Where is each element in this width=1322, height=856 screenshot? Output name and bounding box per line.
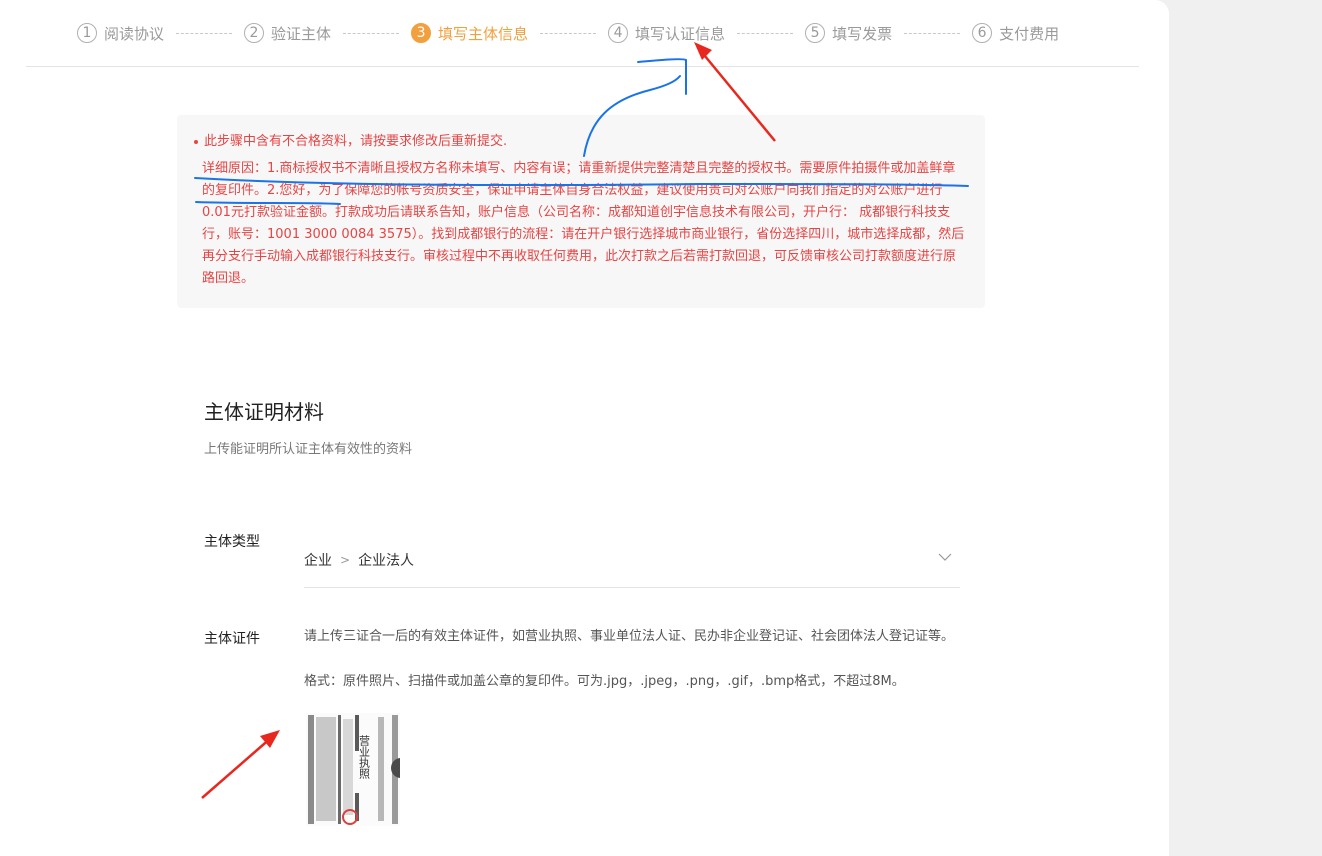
certificate-format: 格式：原件照片、扫描件或加盖公章的复印件。可为.jpg，.jpeg，.png，.… bbox=[304, 674, 905, 689]
error-notice: 此步骤中含有不合格资料，请按要求修改后重新提交. 详细原因：1.商标授权书不清晰… bbox=[177, 115, 985, 308]
error-detail: 详细原因：1.商标授权书不清晰且授权方名称未填写、内容有误；请重新提供完整清楚且… bbox=[202, 161, 965, 286]
step-label: 填写认证信息 bbox=[635, 24, 726, 43]
step-separator bbox=[343, 32, 400, 34]
error-headline: 此步骤中含有不合格资料，请按要求修改后重新提交. bbox=[204, 134, 508, 149]
chevron-right-icon: > bbox=[340, 552, 351, 567]
license-text: 营业执照 bbox=[358, 734, 371, 780]
step-number: 5 bbox=[805, 23, 826, 43]
section-description: 上传能证明所认证主体有效性的资料 bbox=[204, 442, 413, 457]
step-number: 3 bbox=[411, 23, 432, 43]
steps-divider bbox=[26, 66, 1139, 67]
step-separator bbox=[540, 32, 597, 34]
step-label: 验证主体 bbox=[271, 24, 332, 43]
subject-type-level1: 企业 bbox=[304, 552, 332, 569]
step-number: 6 bbox=[972, 23, 993, 43]
step-label: 填写主体信息 bbox=[438, 24, 529, 43]
step-separator bbox=[176, 32, 233, 34]
chevron-down-icon bbox=[938, 553, 952, 561]
progress-steps: 1 阅读协议 2 验证主体 3 填写主体信息 4 填写认证信息 5 填写发票 6… bbox=[77, 21, 1059, 45]
subject-type-level2: 企业法人 bbox=[358, 552, 415, 569]
subject-type-select[interactable]: 企业 > 企业法人 bbox=[304, 532, 960, 588]
step-1: 1 阅读协议 bbox=[77, 23, 164, 44]
error-dot-icon bbox=[194, 140, 198, 144]
main-panel: 1 阅读协议 2 验证主体 3 填写主体信息 4 填写认证信息 5 填写发票 6… bbox=[0, 0, 1169, 856]
step-label: 支付费用 bbox=[999, 24, 1060, 43]
step-2: 2 验证主体 bbox=[244, 23, 331, 44]
subject-type-label: 主体类型 bbox=[204, 534, 260, 550]
certificate-thumbnail[interactable]: 营业执照 bbox=[306, 713, 411, 826]
business-license-image: 营业执照 bbox=[306, 713, 411, 826]
step-number: 4 bbox=[608, 23, 629, 43]
step-6: 6 支付费用 bbox=[972, 23, 1059, 44]
step-3: 3 填写主体信息 bbox=[411, 23, 528, 44]
certificate-description: 请上传三证合一后的有效主体证件，如营业执照、事业单位法人证、民办非企业登记证、社… bbox=[304, 629, 955, 644]
error-headline-row: 此步骤中含有不合格资料，请按要求修改后重新提交. bbox=[194, 133, 965, 151]
step-separator bbox=[904, 32, 961, 34]
step-number: 1 bbox=[77, 23, 97, 43]
certificate-label: 主体证件 bbox=[204, 631, 260, 647]
step-4: 4 填写认证信息 bbox=[608, 23, 725, 44]
step-5: 5 填写发票 bbox=[805, 23, 892, 44]
step-label: 阅读协议 bbox=[104, 24, 165, 43]
step-label: 填写发票 bbox=[832, 24, 893, 43]
step-separator bbox=[737, 32, 794, 34]
section-title: 主体证明材料 bbox=[204, 400, 324, 424]
step-number: 2 bbox=[244, 23, 265, 43]
